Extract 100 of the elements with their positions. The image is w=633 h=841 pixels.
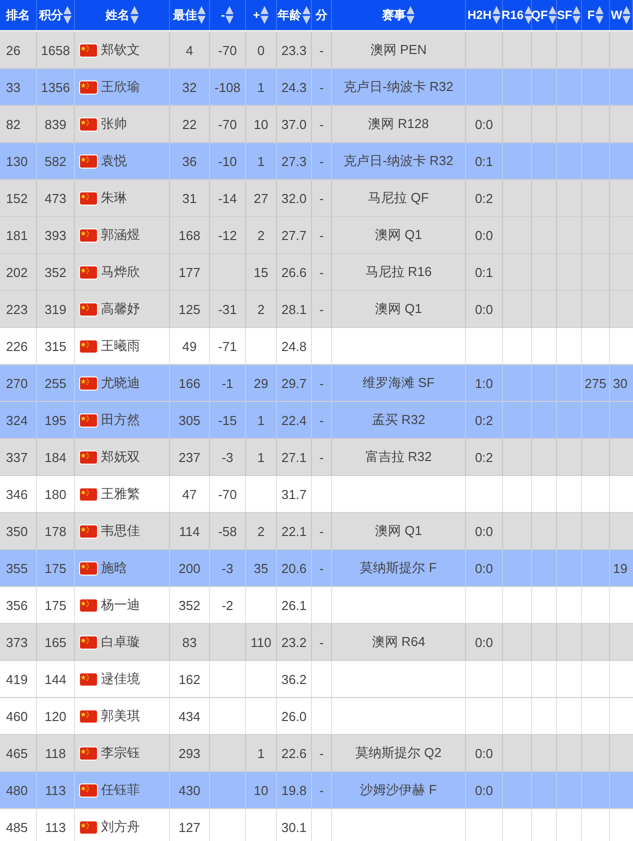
table-cell: - — [312, 180, 332, 216]
table-cell: 352 — [37, 254, 75, 290]
table-cell: 178 — [37, 513, 75, 549]
table-cell: 352 — [170, 587, 210, 623]
player-name: 袁悦 — [101, 152, 127, 170]
table-cell: 393 — [37, 217, 75, 253]
table-cell: 223 — [0, 291, 37, 327]
table-row[interactable]: 181 393 郭涵煜 168 -12 2 27.7 - 澳网 Q1 0:0 — [0, 217, 633, 254]
table-cell: 22.6 — [277, 735, 312, 771]
table-row[interactable]: 33 1356 王欣瑜 32 -108 1 24.3 - 克卢日-纳波卡 R32 — [0, 69, 633, 106]
table-row[interactable]: 355 175 施晗 200 -3 35 20.6 - 莫纳斯提尔 F 0:0 19 — [0, 550, 633, 587]
table-cell: 1:0 — [466, 365, 503, 401]
table-row[interactable]: 480 113 任钰菲 430 10 19.8 - 沙姆沙伊赫 F 0:0 — [0, 772, 633, 809]
flag-icon — [79, 338, 98, 354]
sort-icon[interactable] — [130, 5, 138, 25]
table-cell: 26.6 — [277, 254, 312, 290]
table-row[interactable]: 373 165 白卓璇 83 110 23.2 - 澳网 R64 0:0 — [0, 624, 633, 661]
table-cell: 26 — [0, 32, 37, 68]
table-cell: 24.3 — [277, 69, 312, 105]
table-row[interactable]: 270 255 尤晓迪 166 -1 29 29.7 - 维罗海滩 SF 1:0 275 30 — [0, 365, 633, 402]
sort-icon[interactable] — [622, 5, 632, 25]
table-row[interactable]: 346 180 王雅繁 47 -70 31.7 — [0, 476, 633, 513]
table-cell: 维罗海滩 SF — [332, 365, 466, 401]
table-row[interactable]: 324 195 田方然 305 -15 1 22.4 - 孟买 R32 0:2 — [0, 402, 633, 439]
table-cell: -70 — [210, 106, 246, 142]
table-cell: 168 — [170, 217, 210, 253]
sort-icon[interactable] — [594, 5, 604, 25]
table-cell: 202 — [0, 254, 37, 290]
sort-icon[interactable] — [302, 5, 310, 25]
table-cell: 83 — [170, 624, 210, 660]
table-row[interactable]: 465 118 李宗钰 293 1 22.6 - 莫纳斯提尔 Q2 0:0 — [0, 735, 633, 772]
table-cell: 15 — [246, 254, 277, 290]
column-header[interactable]: F — [582, 0, 610, 30]
table-cell: 27.3 — [277, 143, 312, 179]
table-cell: 582 — [37, 143, 75, 179]
table-cell: 293 — [170, 735, 210, 771]
player-name: 施晗 — [101, 559, 127, 577]
table-cell: 434 — [170, 698, 210, 734]
table-row[interactable]: 460 120 郭美琪 434 26.0 — [0, 698, 633, 735]
table-cell: 480 — [0, 772, 37, 808]
player-name: 郑妩双 — [101, 448, 140, 466]
table-cell: 195 — [37, 402, 75, 438]
sort-icon[interactable] — [406, 5, 415, 25]
flag-icon — [79, 450, 98, 464]
table-cell: 319 — [37, 291, 75, 327]
table-cell: 430 — [170, 772, 210, 808]
table-row[interactable]: 82 839 张帅 22 -70 10 37.0 - 澳网 R128 0:0 — [0, 106, 633, 143]
sort-icon[interactable] — [492, 5, 500, 25]
column-header[interactable]: 积分 — [37, 0, 75, 30]
column-header[interactable]: W — [610, 0, 633, 30]
table-cell-text: 19 — [612, 560, 628, 578]
sort-icon[interactable] — [225, 5, 234, 25]
table-cell: 350 — [0, 513, 37, 549]
table-cell: 0:0 — [466, 291, 503, 327]
sort-icon[interactable] — [197, 5, 206, 25]
column-header[interactable]: 年龄 — [277, 0, 312, 30]
table-cell: 澳网 Q1 — [332, 217, 466, 253]
table-row[interactable]: 130 582 袁悦 36 -10 1 27.3 - 克卢日-纳波卡 R32 0:1 — [0, 143, 633, 180]
table-cell: 澳网 PEN — [332, 32, 466, 68]
column-header[interactable]: R16 — [503, 0, 532, 30]
column-header[interactable]: - — [210, 0, 246, 30]
sort-icon[interactable] — [260, 5, 269, 25]
table-cell: 0:2 — [466, 402, 503, 438]
table-cell: - — [312, 69, 332, 105]
sort-icon[interactable] — [572, 5, 582, 25]
column-header[interactable]: 姓名 — [75, 0, 170, 30]
table-row[interactable]: 152 473 朱琳 31 -14 27 32.0 - 马尼拉 QF 0:2 — [0, 180, 633, 217]
sort-icon[interactable] — [63, 5, 72, 25]
table-cell: 4 — [170, 32, 210, 68]
column-header[interactable]: 赛事 — [332, 0, 466, 30]
table-cell: 162 — [170, 661, 210, 697]
table-row[interactable]: 223 319 高馨妤 125 -31 2 28.1 - 澳网 Q1 0:0 — [0, 291, 633, 328]
column-header: 分 — [312, 0, 332, 30]
column-header[interactable]: H2H — [466, 0, 503, 30]
table-cell: 22.4 — [277, 402, 312, 438]
table-cell: 0:0 — [466, 735, 503, 771]
flag-icon — [79, 190, 98, 206]
column-header[interactable]: + — [246, 0, 277, 30]
table-cell: 1 — [246, 439, 277, 475]
column-header[interactable]: SF — [557, 0, 582, 30]
table-row[interactable]: 26 1658 郑钦文 4 -70 0 23.3 - 澳网 PEN — [0, 32, 633, 69]
flag-icon — [79, 80, 98, 94]
table-row[interactable]: 337 184 郑妩双 237 -3 1 27.1 - 富吉拉 R32 0:2 — [0, 439, 633, 476]
table-cell: 275 — [582, 365, 610, 401]
table-row[interactable]: 419 144 逯佳境 162 36.2 — [0, 661, 633, 698]
table-row[interactable]: 202 352 马烨欣 177 15 26.6 - 马尼拉 R16 0:1 — [0, 254, 633, 291]
sort-icon[interactable] — [524, 5, 533, 25]
table-cell: 24.8 — [277, 328, 312, 364]
column-header[interactable]: QF — [532, 0, 557, 30]
player-name: 杨一迪 — [101, 596, 140, 614]
table-cell: - — [312, 550, 332, 586]
column-header[interactable]: 最佳 — [170, 0, 210, 30]
table-cell: 120 — [37, 698, 75, 734]
table-row[interactable]: 350 178 韦思佳 114 -58 2 22.1 - 澳网 Q1 0:0 — [0, 513, 633, 550]
table-cell: 270 — [0, 365, 37, 401]
table-cell-text: 30 — [612, 374, 628, 392]
sort-icon[interactable] — [548, 5, 557, 25]
table-row[interactable]: 356 175 杨一迪 352 -2 26.1 — [0, 587, 633, 624]
player-name: 王欣瑜 — [101, 78, 140, 96]
table-row[interactable]: 226 315 王曦雨 49 -71 24.8 — [0, 328, 633, 365]
